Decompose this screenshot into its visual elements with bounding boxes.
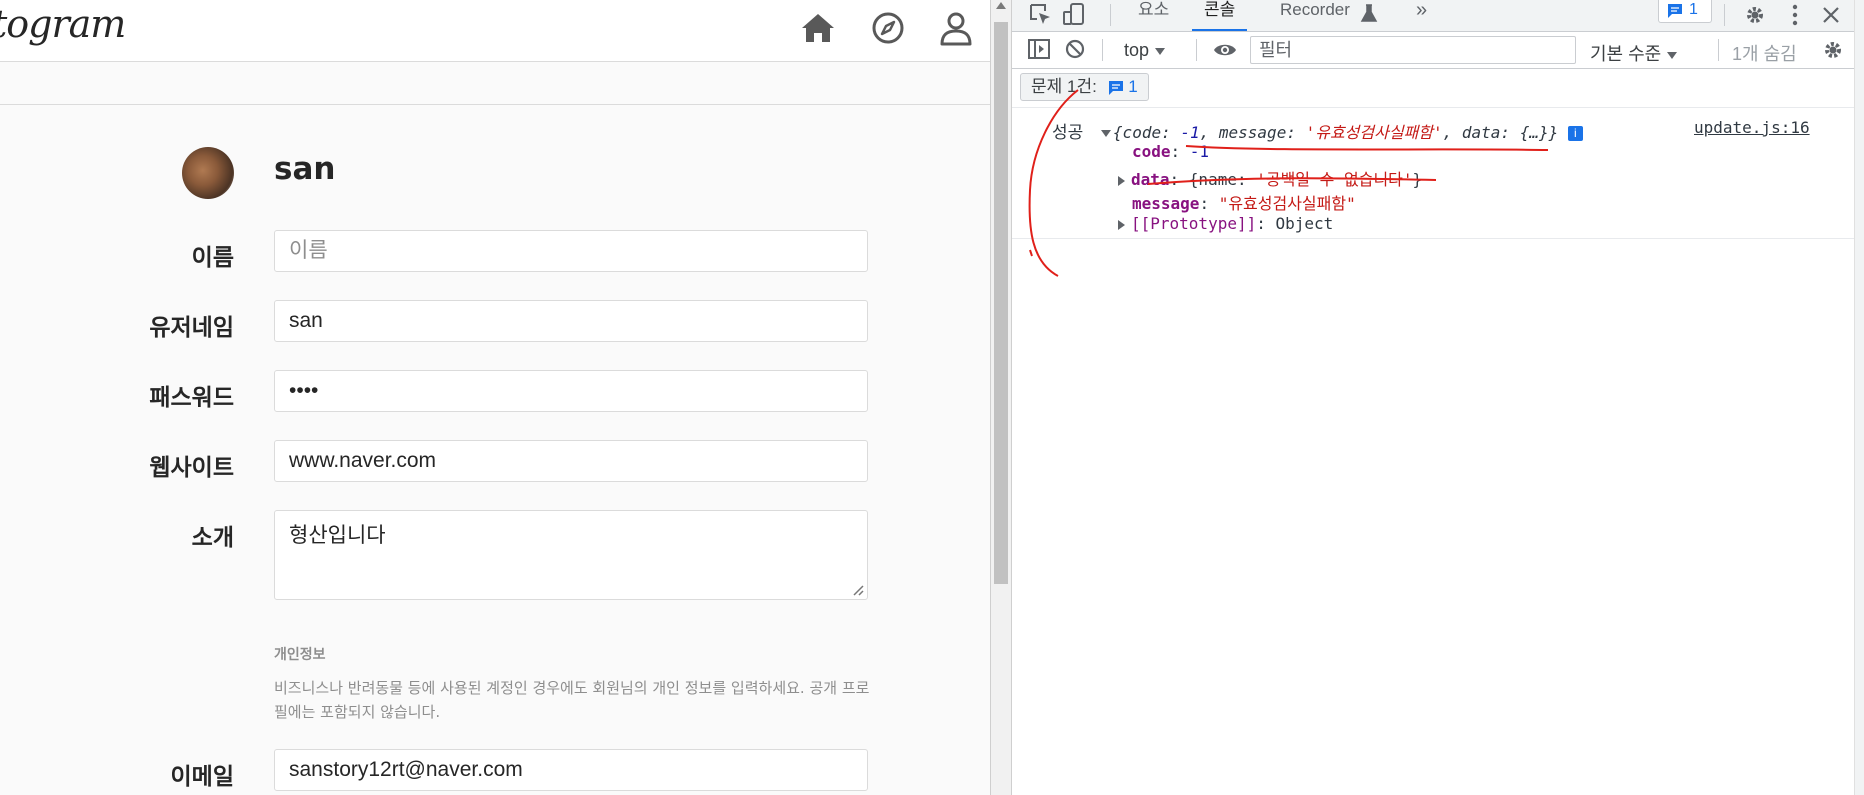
issues-button[interactable]: 문제 1건: 1 (1020, 73, 1149, 101)
username-input[interactable]: san (274, 300, 868, 342)
toolbar-separator (1196, 39, 1197, 61)
website-label: 웹사이트 (149, 455, 234, 481)
devtools-panel: 요소 콘솔 Recorder » 1 top 필터 기본 수준 1개 숨김 문제… (1012, 0, 1864, 795)
toolbar-separator (1718, 39, 1719, 61)
password-input[interactable]: •••• (274, 370, 868, 412)
inspect-element-icon[interactable] (1028, 2, 1054, 28)
summary-message: '유효성검사실패함' (1305, 123, 1443, 142)
log-levels-label: 기본 수준 (1590, 44, 1662, 64)
toolbar-separator (1102, 39, 1103, 61)
console-log-line[interactable]: 성공 {code: -1, message: '유효성검사실패함', data:… (1052, 118, 1583, 143)
prop-data[interactable]: data: {name: '공백일 수 없습니다'} (1118, 166, 1422, 190)
console-output: 성공 {code: -1, message: '유효성검사실패함', data:… (1012, 108, 1864, 239)
tab-recorder[interactable]: Recorder (1280, 0, 1350, 31)
expand-triangle-icon[interactable] (1118, 175, 1125, 186)
page-scrollbar[interactable] (990, 0, 1012, 795)
username-label: 유저네임 (149, 315, 234, 341)
context-value: top (1124, 40, 1150, 60)
prop-data-key: data (1131, 170, 1170, 189)
prop-message-key: message (1132, 194, 1200, 213)
prop-code-value: -1 (1189, 142, 1210, 161)
console-filter-input[interactable]: 필터 (1250, 36, 1576, 64)
context-selector[interactable]: top (1124, 40, 1169, 61)
email-input[interactable]: sanstory12rt@naver.com (274, 749, 868, 791)
web-app: togram san 이름 유저네임 san 패스워드 •••• 웹사이트 ww… (0, 0, 990, 795)
avatar[interactable] (182, 147, 234, 199)
devtools-right-edge (1854, 0, 1864, 795)
prop-code-key: code (1132, 142, 1171, 161)
app-header: togram (0, 0, 990, 62)
prop-data-suffix: } (1412, 170, 1423, 189)
console-settings-gear-icon[interactable] (1820, 37, 1846, 63)
privacy-title: 개인정보 (274, 647, 326, 663)
expand-triangle-icon[interactable] (1100, 130, 1111, 137)
sidebar-toggle-icon[interactable] (1026, 36, 1052, 62)
chevron-down-icon (1667, 51, 1678, 59)
app-logo[interactable]: togram (0, 2, 126, 46)
prop-data-prefix: {name: (1188, 170, 1257, 189)
tabbar-separator (1110, 4, 1111, 26)
issues-row: 문제 1건: 1 (1012, 69, 1864, 108)
email-label: 이메일 (170, 764, 234, 790)
issues-count: 1 (1128, 77, 1138, 96)
compass-icon[interactable] (868, 8, 908, 48)
prop-message: message: "유효성검사실패함" (1132, 194, 1356, 213)
prop-prototype[interactable]: [[Prototype]]: Object (1118, 214, 1333, 233)
issues-label: 문제 1건: (1031, 77, 1097, 96)
summary-mid2: , data: {…}} (1442, 123, 1559, 142)
name-input[interactable] (274, 230, 868, 272)
password-label: 패스워드 (149, 385, 234, 411)
summary-mid1: , message: (1199, 123, 1306, 142)
devtools-tabbar: 요소 콘솔 Recorder » 1 (1012, 0, 1864, 32)
tab-elements[interactable]: 요소 (1138, 0, 1169, 31)
message-icon (1108, 80, 1123, 95)
tabbar-separator (1724, 4, 1725, 26)
summary-code: -1 (1180, 123, 1200, 142)
privacy-description: 비즈니스나 반려동물 등에 사용된 계정인 경우에도 회원님의 개인 정보를 입… (274, 679, 870, 721)
close-icon[interactable] (1818, 2, 1844, 28)
summary-prefix: {code: (1112, 123, 1181, 142)
more-tabs-button[interactable]: » (1416, 0, 1427, 31)
chevron-down-icon (1155, 47, 1166, 55)
prop-code: code: -1 (1132, 142, 1210, 161)
gear-icon[interactable] (1742, 2, 1768, 28)
bio-label: 소개 (191, 525, 234, 551)
scroll-up-arrow-icon[interactable] (996, 2, 1006, 9)
source-link[interactable]: update.js:16 (1694, 118, 1810, 137)
tab-console[interactable]: 콘솔 (1192, 0, 1248, 31)
info-icon[interactable]: i (1567, 126, 1583, 141)
kebab-menu-icon[interactable] (1782, 2, 1808, 28)
bio-textarea[interactable]: 형산입니다 (274, 510, 868, 600)
issues-badge-count: 1 (1689, 1, 1698, 18)
profile-username: san (274, 151, 336, 187)
issues-badge[interactable]: 1 (1658, 0, 1712, 23)
resize-grip-icon[interactable] (850, 582, 864, 596)
hidden-messages-count: 1개 숨김 (1732, 44, 1797, 64)
log-levels-dropdown[interactable]: 기본 수준 (1590, 40, 1681, 66)
prop-data-value: '공백일 수 없습니다' (1256, 170, 1413, 189)
home-icon[interactable] (798, 8, 838, 48)
clear-console-icon[interactable] (1062, 36, 1088, 62)
expand-triangle-icon[interactable] (1118, 219, 1125, 230)
log-label: 성공 (1052, 123, 1084, 142)
prop-prototype-value: Object (1275, 214, 1334, 233)
flask-icon (1360, 4, 1378, 22)
message-icon (1668, 4, 1682, 18)
prop-prototype-key: [[Prototype]] (1131, 214, 1257, 233)
sub-header-bar (0, 62, 990, 105)
user-icon[interactable] (936, 8, 976, 48)
website-input[interactable]: www.naver.com (274, 440, 868, 482)
device-toolbar-icon[interactable] (1062, 2, 1088, 28)
prop-message-value: "유효성검사실패함" (1218, 194, 1356, 213)
eye-icon[interactable] (1212, 37, 1238, 63)
scrollbar-thumb[interactable] (994, 22, 1008, 584)
name-label: 이름 (191, 245, 234, 271)
